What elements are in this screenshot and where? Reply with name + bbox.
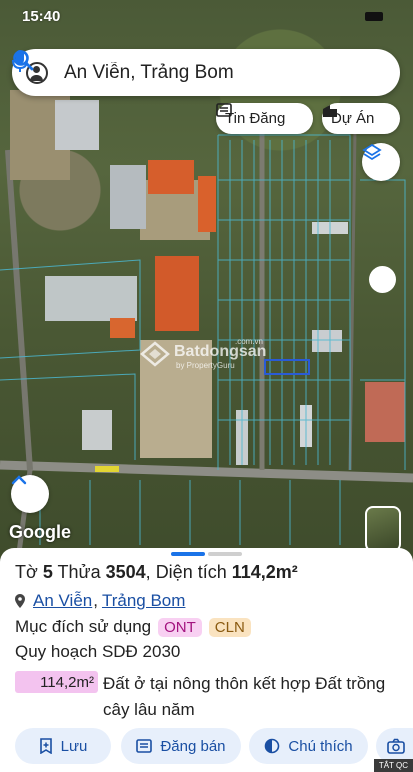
tin-dang-chip[interactable]: Tin Đăng (216, 103, 313, 134)
legend-label: Chú thích (288, 737, 353, 755)
watermark-domain: .com.vn (235, 337, 264, 346)
post-sale-button[interactable]: Đăng bán (121, 728, 241, 764)
sheet-handle[interactable] (171, 552, 242, 556)
street-view-thumbnail[interactable] (365, 506, 401, 552)
pin-icon (15, 594, 25, 608)
google-attribution: Google (9, 522, 71, 542)
tin-dang-label: Tin Đăng (225, 110, 286, 127)
search-input[interactable] (64, 61, 314, 84)
search-bar[interactable] (12, 49, 400, 96)
legend-button[interactable]: Chú thích (249, 728, 368, 764)
news-icon (216, 103, 232, 117)
ad-off-label[interactable]: TẮT QC (373, 759, 413, 772)
contrast-icon (265, 738, 280, 754)
planning-label: Quy hoạch SDĐ 2030 (15, 642, 181, 661)
chevron-up-icon (11, 475, 27, 485)
bookmark-plus-icon (39, 738, 52, 754)
status-time: 15:40 (22, 8, 61, 25)
card-icon (136, 739, 153, 753)
parcel-info-sheet[interactable]: Tờ 5 Thửa 3504, Diện tích 114,2m² An Viễ… (0, 548, 413, 772)
watermark-mark (140, 341, 170, 367)
area-chip: 114,2m² (15, 671, 98, 693)
battery-icon (365, 12, 383, 21)
ward-link[interactable]: An Viễn (33, 591, 92, 611)
ont-tag: ONT (158, 617, 202, 637)
land-purpose-row: Mục đích sử dụng ONT CLN (15, 617, 251, 637)
area-description: Đất ở tại nông thôn kết hợp Đất trồng câ… (103, 674, 386, 719)
expand-up-button[interactable] (11, 475, 49, 513)
mic-icon[interactable] (12, 49, 28, 73)
building-icon (323, 105, 337, 117)
district-link[interactable]: Trảng Bom (102, 591, 185, 611)
purpose-label: Mục đích sử dụng (15, 617, 152, 636)
save-button[interactable]: Lưu (15, 728, 111, 764)
du-an-chip[interactable]: Dự Án (322, 103, 400, 134)
post-sale-label: Đăng bán (160, 737, 226, 755)
parcel-title: Tờ 5 Thửa 3504, Diện tích 114,2m² (15, 562, 298, 582)
watermark-sub: by PropertyGuru (176, 361, 235, 370)
camera-icon (387, 738, 405, 754)
map-control-dot[interactable] (369, 266, 396, 293)
cln-tag: CLN (208, 617, 251, 637)
parcel-location: An Viễn, Trảng Bom (15, 591, 185, 611)
save-label: Lưu (60, 737, 88, 755)
layers-button[interactable] (362, 143, 400, 181)
watermark-logo: Batdongsan .com.vn by PropertyGuru (140, 337, 280, 372)
layers-icon (362, 143, 382, 161)
satellite-map[interactable]: 15:40 Tin Đăng Dự Án (0, 0, 413, 560)
